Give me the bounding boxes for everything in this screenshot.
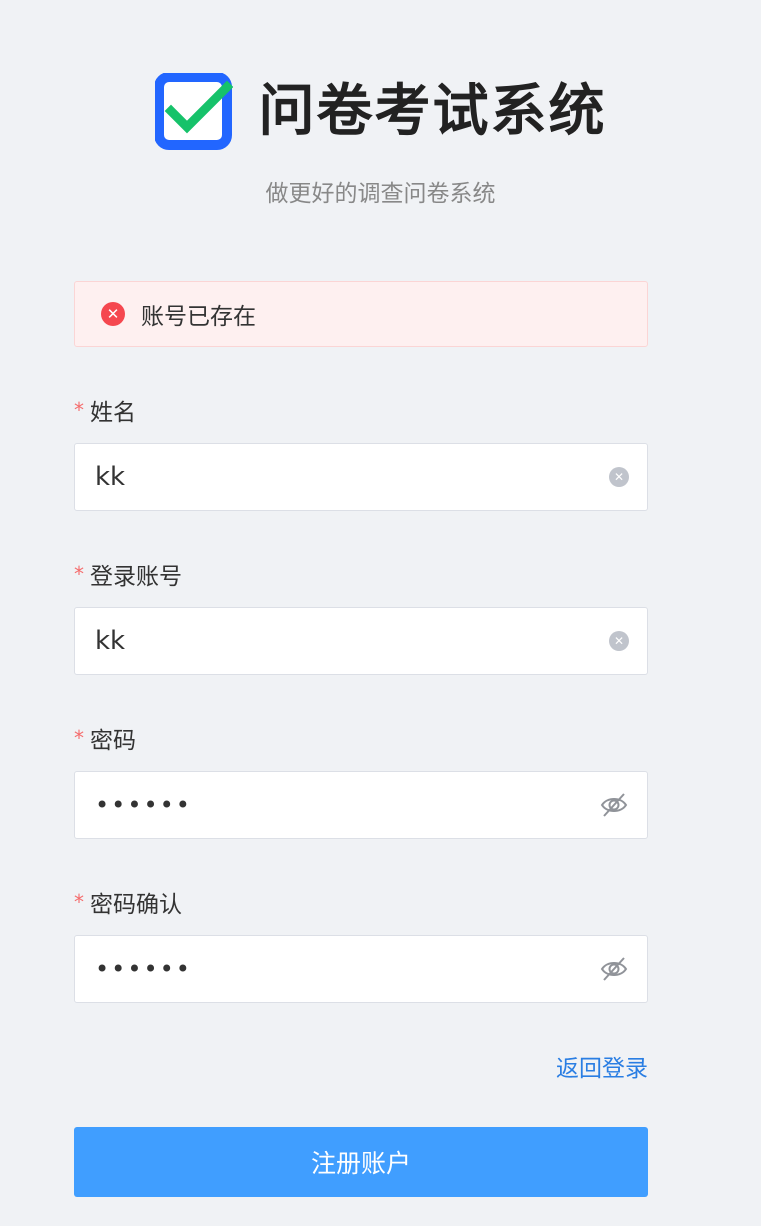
name-input-value[interactable]: kk [95,462,609,492]
brand: 问卷考试系统 [0,72,761,152]
field-label-text: 密码确认 [90,892,182,918]
clear-icon[interactable]: ✕ [609,467,629,487]
field-label-text: 密码 [90,728,136,754]
field-label: * 密码 [74,721,648,755]
field-label: * 密码确认 [74,885,648,919]
field-label-text: 姓名 [90,400,136,426]
back-to-login-link[interactable]: 返回登录 [556,1056,648,1082]
password-confirm-input[interactable]: •••••• [74,935,648,1003]
required-mark: * [74,398,84,422]
clear-icon[interactable]: ✕ [609,631,629,651]
eye-hidden-icon[interactable] [599,790,629,820]
account-input[interactable]: kk ✕ [74,607,648,675]
register-button[interactable]: 注册账户 [74,1127,648,1197]
field-label-text: 登录账号 [90,564,182,590]
page-subtitle: 做更好的调查问卷系统 [265,181,496,207]
required-mark: * [74,890,84,914]
checkbox-checked-icon [154,73,233,150]
alert-message: 账号已存在 [141,304,256,330]
header: 问卷考试系统 做更好的调查问卷系统 [0,72,761,208]
account-input-value[interactable]: kk [95,626,609,656]
password-input[interactable]: •••••• [74,771,648,839]
field-name: * 姓名 kk ✕ [74,393,648,511]
field-label: * 姓名 [74,393,648,427]
password-input-value[interactable]: •••••• [95,791,599,819]
error-circle-icon: ✕ [101,302,125,326]
field-account: * 登录账号 kk ✕ [74,557,648,675]
required-mark: * [74,726,84,750]
register-form: ✕ 账号已存在 * 姓名 kk ✕ * 登录账号 kk ✕ * 密码 •••••… [74,281,648,1197]
field-password-confirm: * 密码确认 •••••• [74,885,648,1003]
name-input[interactable]: kk ✕ [74,443,648,511]
back-row: 返回登录 [74,1049,648,1083]
page-title: 问卷考试系统 [258,79,607,144]
field-password: * 密码 •••••• [74,721,648,839]
eye-hidden-icon[interactable] [599,954,629,984]
field-label: * 登录账号 [74,557,648,591]
error-alert: ✕ 账号已存在 [74,281,648,347]
required-mark: * [74,562,84,586]
password-confirm-input-value[interactable]: •••••• [95,955,599,983]
